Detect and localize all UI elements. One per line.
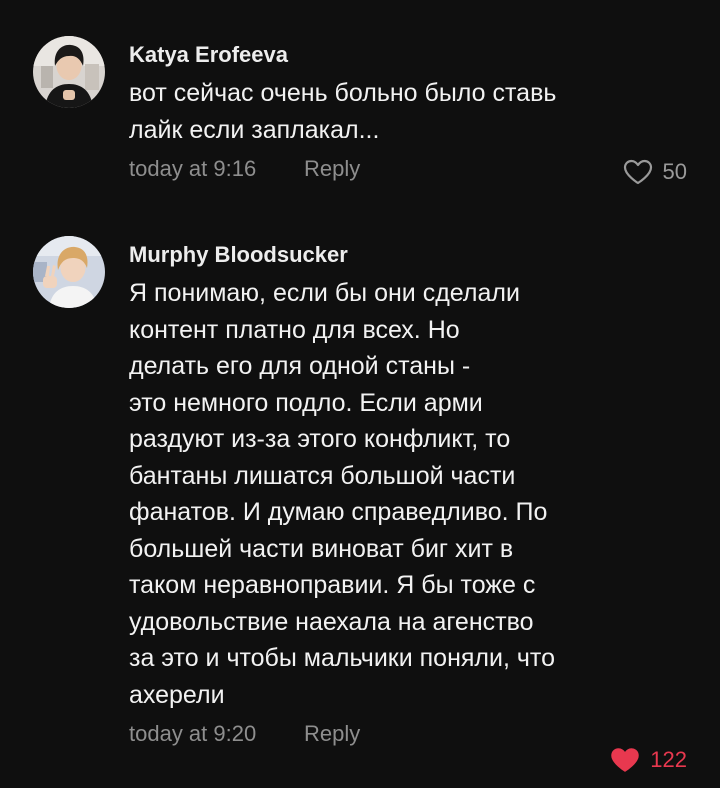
comment-line: за это и чтобы мальчики поняли, что bbox=[129, 644, 555, 672]
comment-line: Я понимаю, если бы они сделали bbox=[129, 279, 520, 307]
comment-meta: today at 9:16 Reply bbox=[129, 154, 696, 184]
comment-line: раздуют из-за этого конфликт, то bbox=[129, 425, 511, 453]
comment-line: делать его для одной станы - bbox=[129, 352, 471, 380]
comment-body: Katya Erofeeva вот сейчас очень больно б… bbox=[129, 40, 696, 184]
comment-text: вот сейчас очень больно было ставь лайк … bbox=[129, 75, 696, 148]
comment-line: таком неравноправии. Я бы тоже с bbox=[129, 571, 536, 599]
comment-line: ахерели bbox=[129, 680, 225, 709]
comment-author[interactable]: Murphy Bloodsucker bbox=[129, 240, 696, 270]
reply-button[interactable]: Reply bbox=[304, 154, 360, 184]
comment-line: лайк если заплакал... bbox=[129, 115, 380, 144]
comment-line: большей части виноват биг хит в bbox=[129, 534, 514, 563]
like-count: 50 bbox=[662, 159, 687, 184]
comment-line: это немного подло. Если арми bbox=[129, 388, 483, 417]
comment-timestamp: today at 9:20 bbox=[129, 721, 257, 746]
comment-line: вот сейчас очень больно было ставь bbox=[129, 79, 557, 107]
like-button[interactable]: 50 bbox=[623, 157, 687, 187]
comment-timestamp: today at 9:16 bbox=[129, 156, 257, 181]
comment-author[interactable]: Katya Erofeeva bbox=[129, 40, 696, 70]
comment-body: Murphy Bloodsucker Я понимаю, если бы он… bbox=[129, 240, 696, 749]
user-photo-avatar bbox=[33, 236, 105, 308]
like-count: 122 bbox=[650, 747, 687, 772]
user-photo-avatar bbox=[33, 36, 105, 108]
comment-line: контент платно для всех. Но bbox=[129, 315, 460, 344]
avatar[interactable] bbox=[33, 36, 105, 108]
heart-filled-icon bbox=[611, 748, 640, 772]
like-button[interactable]: 122 bbox=[610, 745, 687, 775]
heart-outline-icon bbox=[623, 159, 652, 185]
comment-line: бантаны лишатся большой части bbox=[129, 461, 516, 490]
comment-line: фанатов. И думаю справедливо. По bbox=[129, 498, 548, 526]
comment-line: удовольствие наехала на агенство bbox=[129, 607, 534, 636]
reply-button[interactable]: Reply bbox=[304, 719, 360, 749]
avatar[interactable] bbox=[33, 236, 105, 308]
comment-text: Я понимаю, если бы они сделали контент п… bbox=[129, 275, 696, 713]
